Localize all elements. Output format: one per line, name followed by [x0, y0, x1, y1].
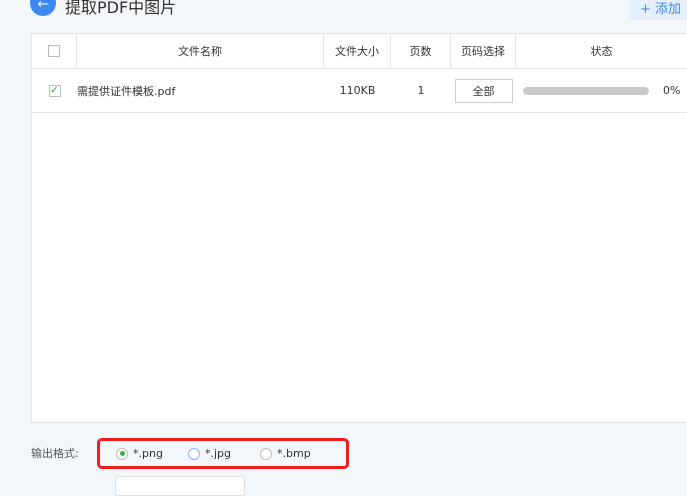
option-label: *.png: [133, 447, 163, 460]
radio-button[interactable]: [260, 447, 272, 460]
start-button[interactable]: [115, 476, 245, 496]
progress-bar: [523, 86, 649, 95]
option-label: *.bmp: [277, 447, 311, 460]
file-size: 110KB: [339, 84, 376, 97]
row-checkbox[interactable]: ✓: [48, 84, 61, 97]
page-count: 1: [417, 84, 425, 97]
radio-button[interactable]: [188, 447, 200, 460]
add-file-button[interactable]: + 添加: [630, 0, 687, 20]
column-header: 文件名称: [77, 34, 324, 68]
page-select-button[interactable]: 全部: [454, 78, 513, 103]
arrow-left-icon: ←: [37, 0, 49, 12]
page-title: 提取PDF中图片: [65, 0, 177, 17]
file-table: 文件名称 文件大小 页数 页码选择 状态 ✓ 需提供证件模板.pdf 110KB…: [31, 33, 687, 423]
output-format-label: 输出格式:: [31, 447, 79, 460]
select-all-checkbox[interactable]: [48, 45, 60, 57]
format-option-bmp[interactable]: *.bmp: [260, 447, 311, 460]
radio-button[interactable]: [116, 447, 128, 460]
column-header: 页码选择: [451, 34, 516, 68]
column-header: 页数: [391, 34, 451, 68]
status-text: 0%: [663, 84, 681, 97]
format-option-jpg[interactable]: *.jpg: [188, 447, 231, 460]
back-button[interactable]: ←: [30, 0, 56, 16]
column-header: 文件大小: [324, 34, 391, 68]
format-option-png[interactable]: *.png: [116, 447, 163, 460]
table-header: 文件名称 文件大小 页数 页码选择 状态: [32, 34, 687, 69]
option-label: *.jpg: [205, 447, 232, 460]
table-row: ✓ 需提供证件模板.pdf 110KB 1 全部 0%: [32, 69, 687, 113]
column-header: 状态: [516, 34, 687, 68]
file-name: 需提供证件模板.pdf: [77, 84, 176, 98]
